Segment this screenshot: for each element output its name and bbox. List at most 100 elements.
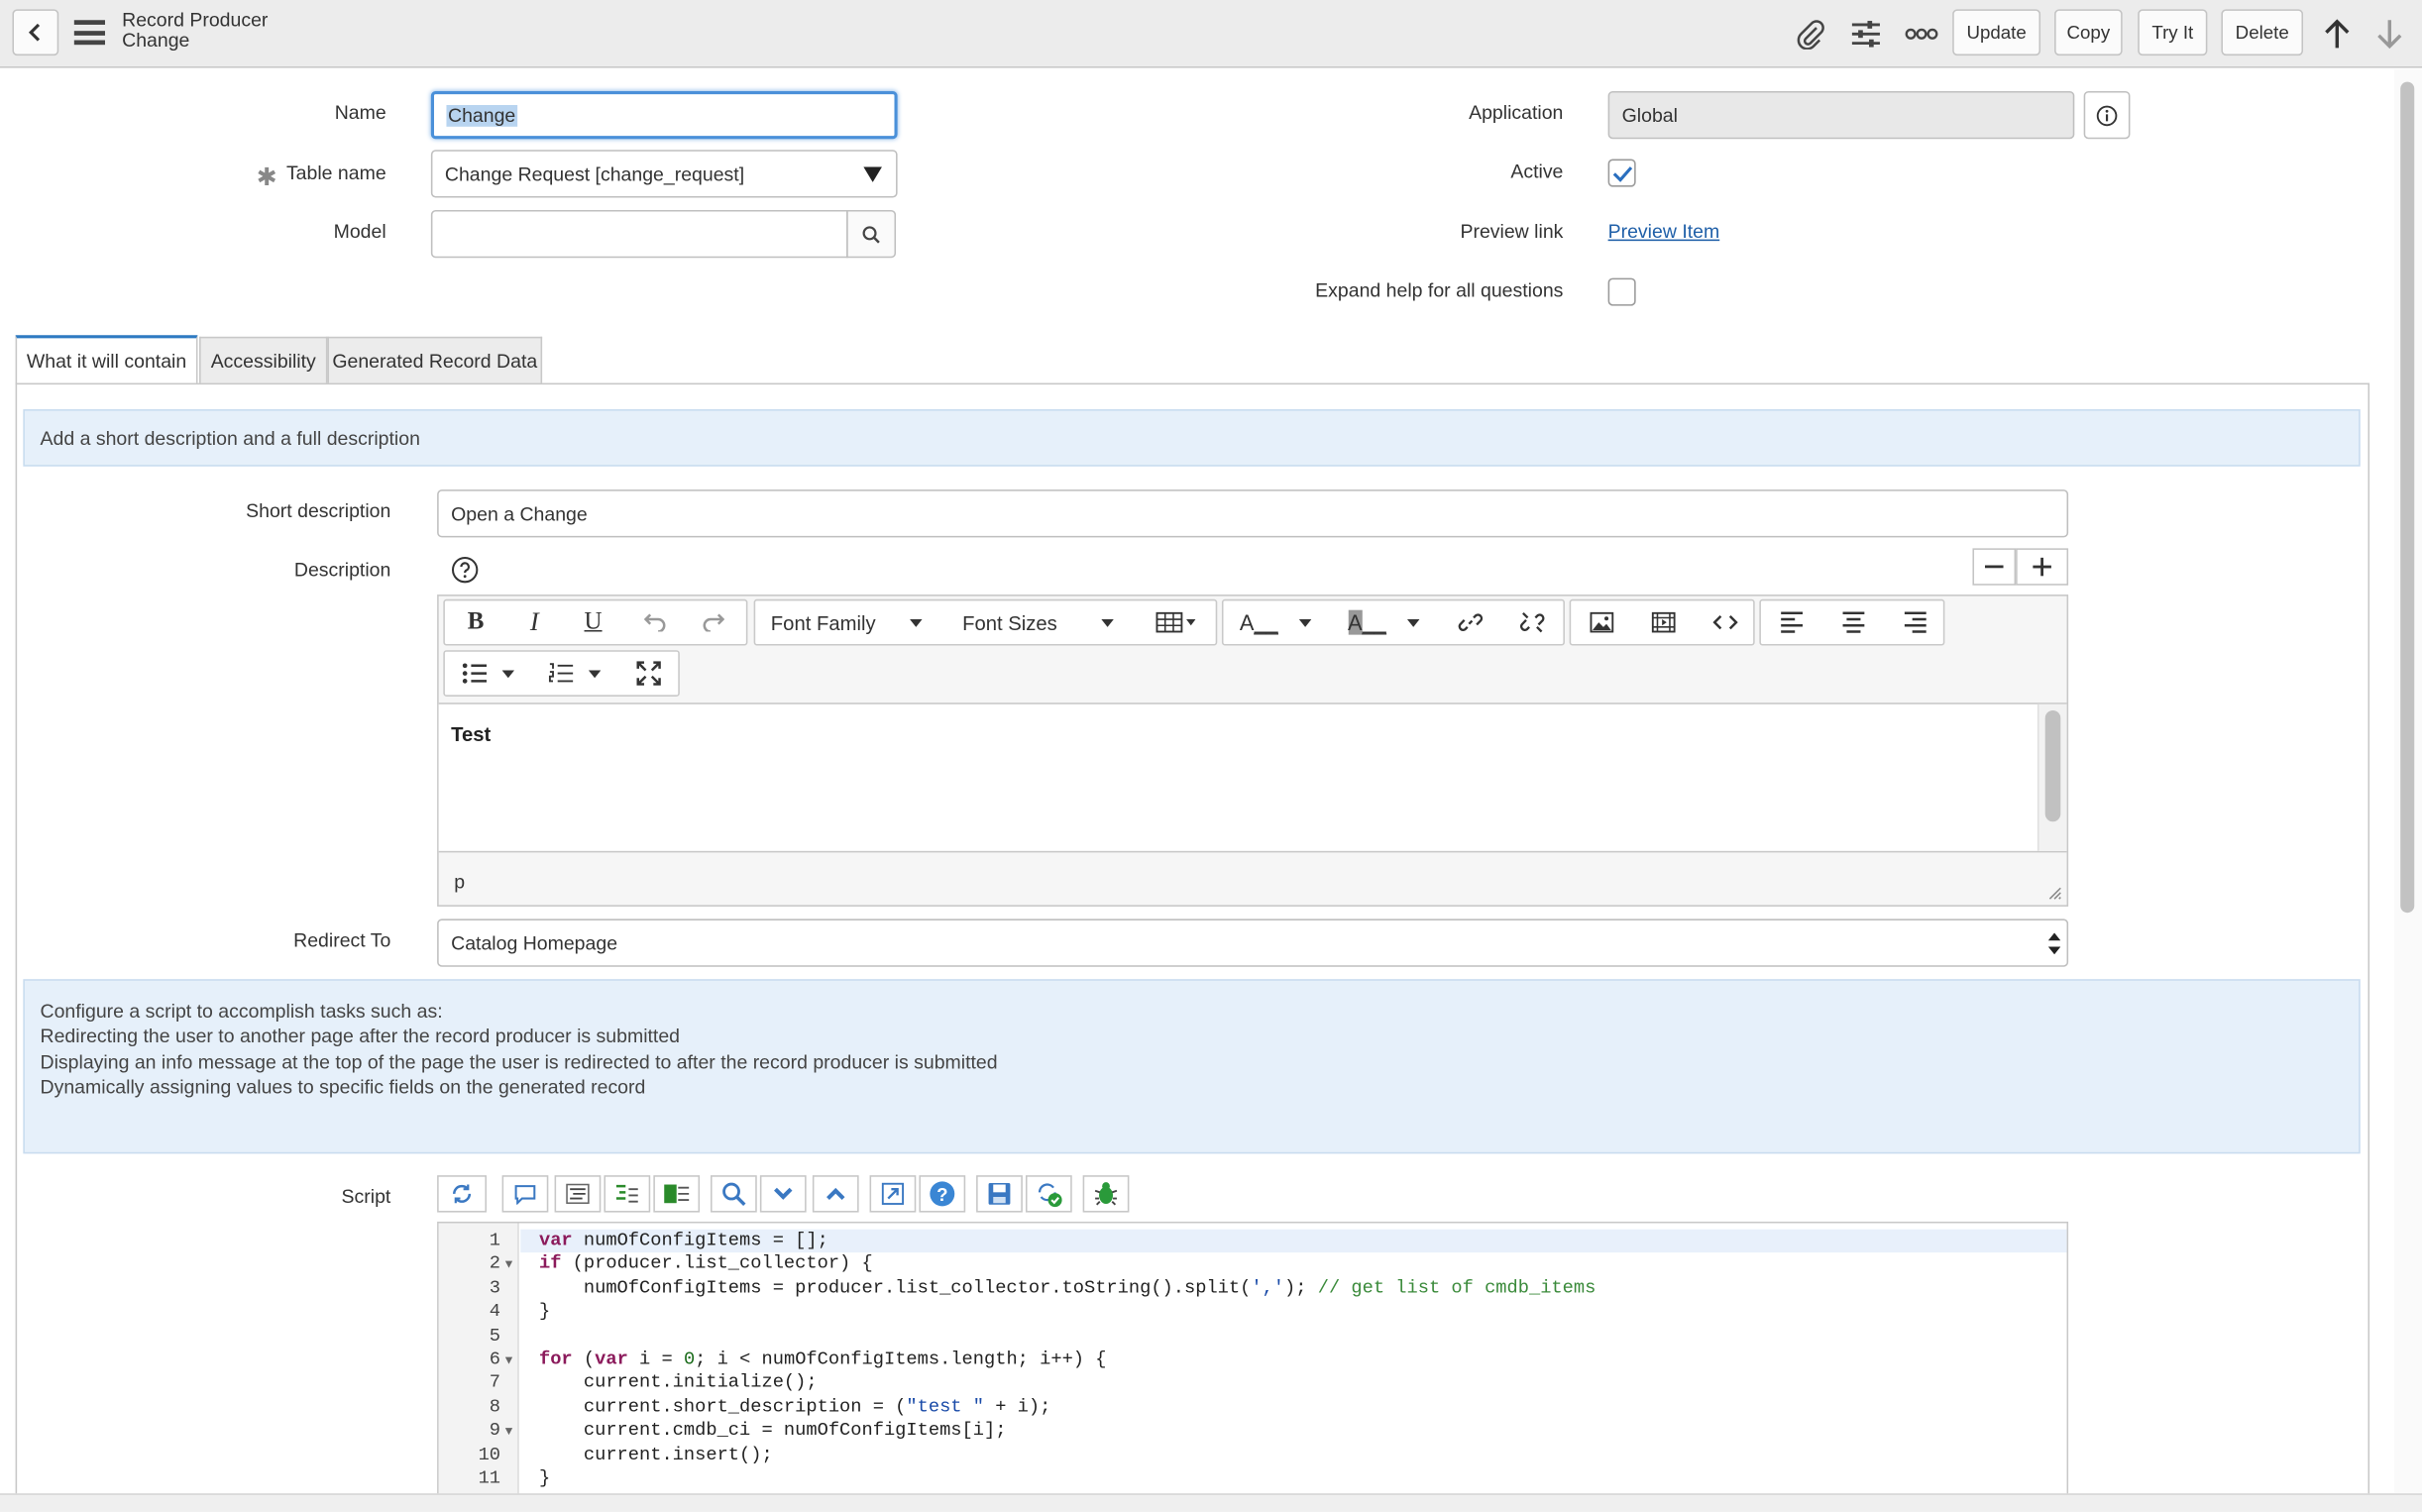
save-icon[interactable] xyxy=(976,1175,1023,1213)
table-name-select[interactable]: Change Request [change_request] xyxy=(430,150,898,198)
comment-icon[interactable] xyxy=(501,1175,549,1213)
info-note: Add a short description and a full descr… xyxy=(23,409,2361,467)
settings-sliders-icon[interactable] xyxy=(1844,12,1888,55)
script-note-line: Redirecting the user to another page aft… xyxy=(40,1026,681,1048)
replace-icon[interactable] xyxy=(604,1175,651,1213)
line-number: 1 xyxy=(489,1229,501,1251)
dropdown-arrow-icon xyxy=(863,166,883,182)
model-search-button[interactable] xyxy=(846,209,897,259)
table-icon[interactable] xyxy=(1142,600,1210,644)
caret-down-icon xyxy=(1101,618,1114,627)
more-options-icon[interactable] xyxy=(1900,12,1943,55)
redirect-to-label: Redirect To xyxy=(293,929,391,952)
editor-status-path: p xyxy=(454,871,466,893)
collapse-editor-button[interactable] xyxy=(1972,548,2017,586)
align-group xyxy=(1759,598,1945,646)
bottom-strip xyxy=(0,1493,2422,1512)
fullscreen-icon[interactable] xyxy=(621,652,677,696)
active-label: Active xyxy=(1510,161,1564,182)
expand-help-label: Expand help for all questions xyxy=(1315,279,1564,301)
find-previous-icon[interactable] xyxy=(812,1175,859,1213)
background-color-icon[interactable]: A__ xyxy=(1335,600,1434,644)
delete-button[interactable]: Delete xyxy=(2221,9,2304,56)
open-in-window-icon[interactable] xyxy=(869,1175,917,1213)
copy-button[interactable]: Copy xyxy=(2054,9,2123,56)
preview-item-link[interactable]: Preview Item xyxy=(1608,221,1720,243)
expand-editor-button[interactable] xyxy=(2016,548,2069,586)
media-icon[interactable] xyxy=(1636,600,1692,644)
name-field[interactable]: Change xyxy=(430,90,898,140)
page-scrollbar[interactable] xyxy=(2393,69,2422,1512)
back-button[interactable] xyxy=(12,9,59,56)
link-icon[interactable] xyxy=(1443,600,1498,644)
find-next-icon[interactable] xyxy=(759,1175,807,1213)
numbered-list-icon[interactable] xyxy=(534,652,614,696)
code-line: } xyxy=(538,1466,551,1489)
application-label: Application xyxy=(1469,101,1564,124)
undo-icon[interactable] xyxy=(627,600,683,644)
redo-icon[interactable] xyxy=(686,600,741,644)
preview-link-label: Preview link xyxy=(1460,220,1564,243)
editor-scrollbar[interactable] xyxy=(2037,703,2067,851)
image-icon[interactable] xyxy=(1574,600,1629,644)
font-family-dropdown[interactable]: Font Family xyxy=(755,600,932,644)
plus-icon xyxy=(2033,557,2051,577)
format-code-icon[interactable] xyxy=(554,1175,602,1213)
minus-icon xyxy=(1984,565,2004,569)
help-icon[interactable] xyxy=(451,556,479,584)
underline-icon[interactable]: U xyxy=(565,600,620,644)
replace-all-icon[interactable] xyxy=(653,1175,701,1213)
table-name-value: Change Request [change_request] xyxy=(444,162,745,185)
editor-text: Test xyxy=(451,722,492,746)
update-button[interactable]: Update xyxy=(1952,9,2041,56)
tab-what-it-will-contain[interactable]: What it will contain xyxy=(15,335,198,383)
tab-generated-record-data[interactable]: Generated Record Data xyxy=(327,336,543,383)
search-icon[interactable] xyxy=(711,1175,757,1213)
fold-arrow-icon[interactable]: ▼ xyxy=(505,1353,513,1367)
app-root: Record Producer Change Update Copy Try I… xyxy=(0,0,2422,1512)
editor-content[interactable]: Test xyxy=(438,702,2067,853)
code-line: } xyxy=(538,1300,551,1323)
expand-help-checkbox[interactable] xyxy=(1607,277,1636,306)
attachment-icon[interactable] xyxy=(1789,12,1832,55)
font-sizes-dropdown[interactable]: Font Sizes xyxy=(946,600,1123,644)
code-line: for (var i = 0; i < numOfConfigItems.len… xyxy=(538,1348,1107,1370)
toggle-syntax-icon[interactable] xyxy=(437,1175,487,1213)
line-number: 11 xyxy=(478,1466,501,1489)
description-label: Description xyxy=(293,559,391,582)
help-circle-icon[interactable]: ? xyxy=(919,1175,966,1213)
bullet-list-icon[interactable] xyxy=(448,652,528,696)
align-right-icon[interactable] xyxy=(1888,600,1943,644)
text-color-icon[interactable]: A__ xyxy=(1227,600,1326,644)
italic-icon[interactable]: I xyxy=(506,600,562,644)
short-description-field[interactable]: Open a Change xyxy=(437,489,2069,538)
redirect-to-select[interactable]: Catalog Homepage xyxy=(437,918,2069,967)
short-description-label: Short description xyxy=(246,500,391,522)
unlink-icon[interactable] xyxy=(1504,600,1560,644)
script-info-note: Configure a script to accomplish tasks s… xyxy=(23,979,2361,1154)
debug-icon[interactable] xyxy=(1082,1175,1130,1213)
arrow-down-icon[interactable] xyxy=(2367,12,2411,55)
page-scrollbar-thumb[interactable] xyxy=(2400,81,2415,914)
application-info-button[interactable] xyxy=(2083,90,2131,140)
arrow-up-icon[interactable] xyxy=(2315,12,2359,55)
try-it-button[interactable]: Try It xyxy=(2138,9,2208,56)
insert-group xyxy=(1569,598,1755,646)
line-number: 9 xyxy=(489,1419,501,1442)
fold-arrow-icon[interactable]: ▼ xyxy=(505,1425,513,1439)
fold-arrow-icon[interactable]: ▼ xyxy=(505,1258,513,1272)
bold-icon[interactable]: B xyxy=(448,600,503,644)
info-icon xyxy=(2096,104,2118,126)
tab-accessibility[interactable]: Accessibility xyxy=(199,336,328,383)
align-center-icon[interactable] xyxy=(1825,600,1881,644)
active-checkbox[interactable] xyxy=(1607,159,1636,187)
resize-handle-icon[interactable] xyxy=(2048,887,2062,901)
script-editor[interactable]: 1 2 ▼ 3 4 5 6 ▼ 7 8 9 ▼ 10 11 var numOfC… xyxy=(437,1221,2069,1497)
script-note-line: Configure a script to accomplish tasks s… xyxy=(40,1001,443,1023)
align-left-icon[interactable] xyxy=(1764,600,1819,644)
menu-icon[interactable] xyxy=(73,20,105,46)
code-view-icon[interactable] xyxy=(1698,600,1753,644)
check-syntax-icon[interactable] xyxy=(1025,1175,1072,1213)
model-field[interactable] xyxy=(430,209,848,259)
select-arrows-icon xyxy=(2047,932,2061,955)
